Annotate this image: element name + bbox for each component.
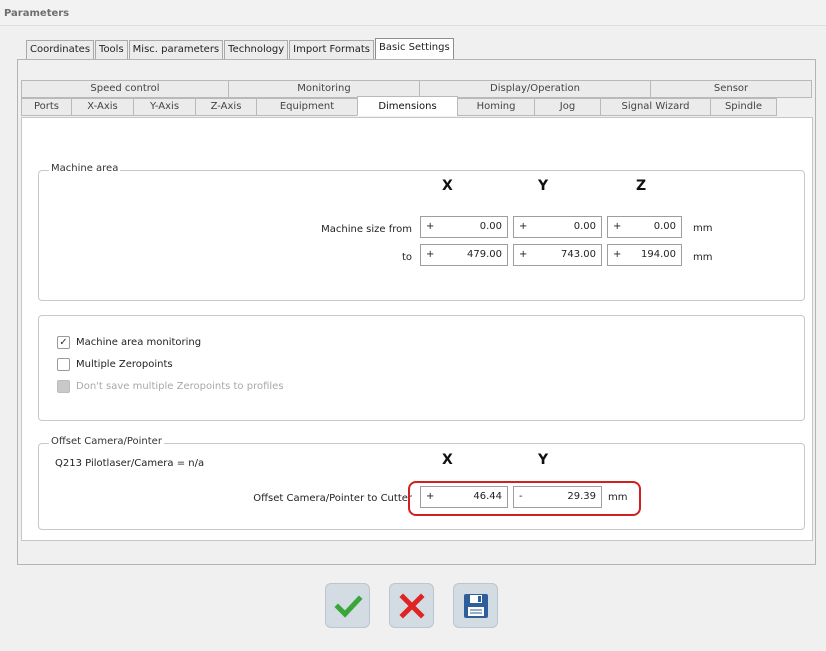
- multiple-zeropoints-label: Multiple Zeropoints: [76, 358, 173, 370]
- tab-x-axis[interactable]: X-Axis: [71, 98, 134, 116]
- machine-size-to-label: to: [401, 252, 412, 263]
- close-icon: [398, 592, 425, 619]
- offset-axis-y-header: Y: [538, 452, 549, 468]
- max-x-field[interactable]: +479.00: [420, 244, 508, 266]
- q213-label: Q213 Pilotlaser/Camera = n/a: [55, 458, 205, 469]
- tab-jog[interactable]: Jog: [534, 98, 601, 116]
- dont-save-zeropoints-label: Don't save multiple Zeropoints to profil…: [76, 380, 284, 392]
- machine-area-monitoring-option[interactable]: ✓ Machine area monitoring: [57, 334, 201, 350]
- title-bar: Parameters: [0, 0, 826, 26]
- tab-equipment[interactable]: Equipment: [256, 98, 358, 116]
- ok-button[interactable]: [325, 583, 370, 628]
- dont-save-zeropoints-checkbox: [57, 379, 70, 393]
- tab-z-axis[interactable]: Z-Axis: [195, 98, 257, 116]
- multiple-zeropoints-checkbox[interactable]: [57, 357, 70, 371]
- checkmark-icon: [333, 594, 363, 618]
- window-title: Parameters: [4, 8, 70, 19]
- min-y-field[interactable]: +0.00: [513, 216, 602, 238]
- tab-coordinates[interactable]: Coordinates: [26, 40, 95, 59]
- machine-area-monitoring-checkbox[interactable]: ✓: [57, 335, 70, 349]
- max-y-field[interactable]: +743.00: [513, 244, 602, 266]
- offset-axis-x-header: X: [442, 452, 453, 468]
- offset-to-cutter-label: Offset Camera/Pointer to Cutter: [253, 493, 412, 504]
- machine-area-title: Machine area: [49, 163, 121, 174]
- tab-speed-control[interactable]: Speed control: [21, 80, 229, 98]
- offset-camera-title: Offset Camera/Pointer: [49, 436, 164, 447]
- offset-highlight-box: [408, 481, 641, 516]
- top-tab-strip: Coordinates Tools Misc. parameters Techn…: [26, 38, 455, 59]
- tab-sensor[interactable]: Sensor: [650, 80, 812, 98]
- dont-save-zeropoints-option: Don't save multiple Zeropoints to profil…: [57, 378, 284, 394]
- min-x-field[interactable]: +0.00: [420, 216, 508, 238]
- axis-z-header: Z: [636, 178, 647, 194]
- tab-spindle[interactable]: Spindle: [710, 98, 777, 116]
- tab-signal-wizard[interactable]: Signal Wizard: [600, 98, 711, 116]
- tab-y-axis[interactable]: Y-Axis: [133, 98, 196, 116]
- min-z-field[interactable]: +0.00: [607, 216, 682, 238]
- save-icon: [463, 593, 488, 618]
- sub-tab-row: Ports X-Axis Y-Axis Z-Axis Equipment Dim…: [21, 96, 777, 116]
- machine-size-from-label: Machine size from: [321, 224, 412, 235]
- to-unit-label: mm: [693, 252, 713, 263]
- parameters-window: Parameters Coordinates Tools Misc. param…: [0, 0, 826, 651]
- tab-misc-parameters[interactable]: Misc. parameters: [128, 40, 224, 59]
- axis-x-header: X: [442, 178, 453, 194]
- tab-technology[interactable]: Technology: [224, 40, 289, 59]
- tab-homing[interactable]: Homing: [457, 98, 535, 116]
- max-z-field[interactable]: +194.00: [607, 244, 682, 266]
- from-unit-label: mm: [693, 223, 713, 234]
- tab-dimensions[interactable]: Dimensions: [357, 96, 458, 116]
- save-button[interactable]: [453, 583, 498, 628]
- machine-area-monitoring-label: Machine area monitoring: [76, 336, 202, 348]
- axis-y-header: Y: [538, 178, 549, 194]
- cancel-button[interactable]: [389, 583, 434, 628]
- tab-basic-settings[interactable]: Basic Settings: [375, 38, 454, 59]
- tab-import-formats[interactable]: Import Formats: [289, 40, 374, 59]
- tab-ports[interactable]: Ports: [21, 98, 72, 116]
- tab-tools[interactable]: Tools: [95, 40, 128, 59]
- multiple-zeropoints-option[interactable]: Multiple Zeropoints: [57, 356, 173, 372]
